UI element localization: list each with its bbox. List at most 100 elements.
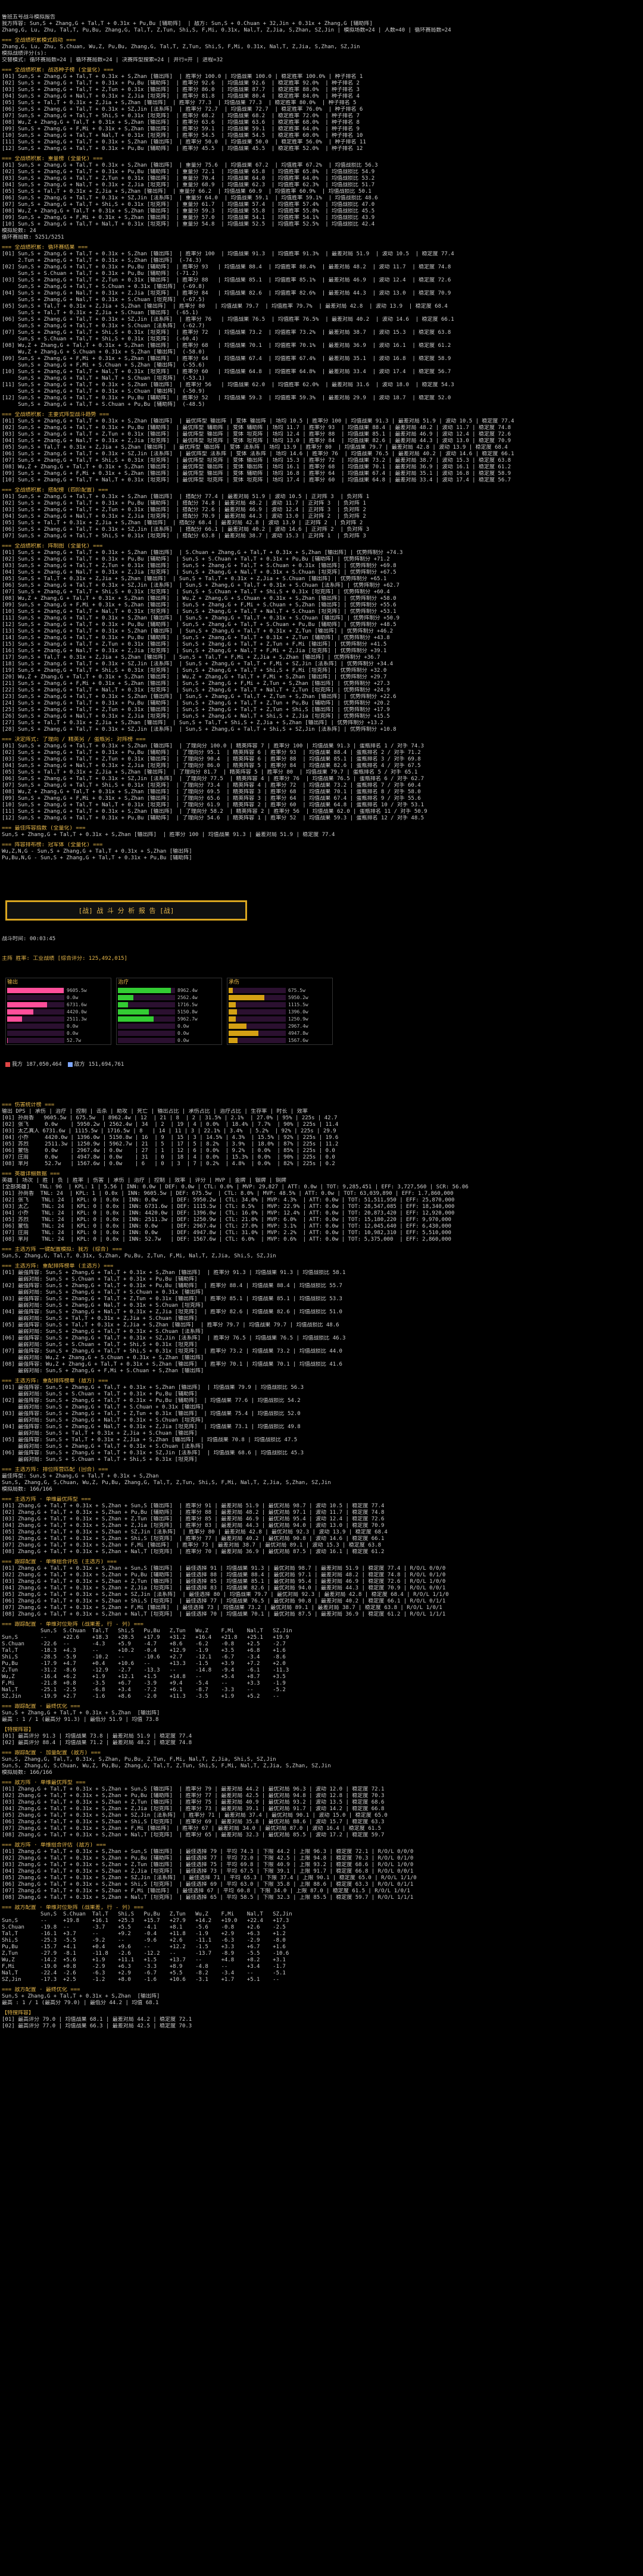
console-line: [06] Sun,S + Zhang,G + Tal,T + 0.31x + S… (2, 195, 378, 201)
console-line: [01] Sun,S + Zhang,G + Tal,T + 0.31x + S… (2, 162, 378, 168)
console-line: [03] Sun,S + Zhang,G + Tal,T + Z,Tun + 0… (2, 756, 421, 762)
console-line: [06] Zhang,G + Tal,T + 0.31x + S,Zhan + … (2, 1882, 414, 1888)
gauge-bar-value: 1115.5w (288, 1001, 308, 1007)
console-line: [08] Wu,Z + Zhang,G + Tal,T + 0.31x + S,… (2, 596, 397, 602)
console-line: [05] Zhang,G + Tal,T + 0.31x + S,Zhan + … (2, 1592, 449, 1598)
report-section: 【特搜阵容】 [01] 最高评分 79.0 | 均值战果 68.1 | 最差对局 … (2, 2010, 641, 2033)
console-line: S.Chuan -19.8 -- -3.7 +5.5 -4.1 +8.1 -5.… (2, 1924, 286, 1930)
console-line: [03] Sun,S + Zhang,G + Tal,T + Z,Tun + 0… (2, 176, 375, 181)
console-line: Sun,S + Zhang,G + F,Mi + S.Chuan + S,Zha… (2, 362, 205, 368)
report-section: === 全战绩积累: 搭配榜 (四阶配置) === [01] Sun,S + Zh… (2, 487, 641, 543)
console-line: [08] 芈月 52.7w | 1567.6w | 0.0w | 6 | 0 |… (2, 1161, 335, 1167)
console-line: [04] 最强阵容: Sun,S + Zhang,G + Nal,T + 0.3… (2, 1309, 342, 1315)
console-line: [10] Sun,S + Zhang,G + Tal,T + Nal,T + 0… (2, 609, 397, 615)
console-line: [01] 最高评分 91.3 | 均值战果 73.8 | 最差对局 51.9 |… (2, 1733, 192, 1739)
gauge-bar-row: 0.0w (7, 1030, 110, 1036)
gauge-bar-track (118, 1023, 175, 1029)
console-line: [07] Zhang,G + Tal,T + 0.31x + S,Zhan + … (2, 1605, 442, 1611)
gauge-bar-value: 5962.7w (177, 1016, 198, 1022)
gauge-bar-value: 8962.4w (177, 987, 198, 993)
gauge-1: 治疗 8962.4w 2562.4w 1716.5w 5150.8w 5962.7w 0.0… (116, 978, 222, 1045)
console-line: Nal,T -22.4 -2.6 -6.3 +2.9 -6.7 +5.5 -8.… (2, 1970, 286, 1976)
console-line: [07] Sun,S + Zhang,G + Tal,T + Shi,S + 0… (2, 458, 511, 464)
console-line: [03] Zhang,G + Tal,T + 0.31x + S,Zhan + … (2, 1579, 446, 1585)
console-line: [07] Zhang,G + Tal,T + 0.31x + S,Zhan + … (2, 1888, 410, 1894)
console-line: Sun,S + Zhang,G + Tal,T + Nal,T + S.Chua… (2, 375, 205, 381)
gauge-bar-fill (118, 1009, 149, 1015)
console-line: [04] Sun,S + Zhang,G + Nal,T + 0.31x + Z… (2, 763, 421, 769)
console-line: F,Mi -19.0 +0.8 -2.9 +6.3 -3.3 +8.9 -4.8… (2, 1964, 286, 1970)
console-line: Sun,S S.Chuan Tal,T Shi,S Pu,Bu Z,Tun Wu… (2, 1628, 292, 1634)
console-line: 输出 DPS | 承伤 | 治疗 | 控制 | 击杀 | 助攻 | 死亡 | 输… (2, 1109, 308, 1115)
section-title: === 跟踪配置 · 单维对位矩阵 (战果差, 行 - 列) === (2, 1622, 143, 1627)
gauge-bar-track (7, 1030, 64, 1036)
console-line: Tal,T -18.3 +4.3 -- +10.2 -0.4 +12.9 -1.… (2, 1648, 286, 1654)
gauge-bar-value: 0.0w (177, 1023, 189, 1029)
section-title: === 全战绩积累模式启动 === (2, 37, 76, 43)
gauge-bar-value: 0.0w (67, 994, 79, 1000)
gauge-bar-fill (118, 994, 133, 1000)
console-line: [02] Sun,S + Zhang,G + Tal,T + 0.31x + P… (2, 169, 375, 175)
section-title: === 全战绩积累: 战选种子榜 (全量化) === (2, 67, 114, 73)
console-line: Sun,S -- +19.8 +16.1 +25.3 +15.7 +27.9 +… (2, 1918, 289, 1924)
gauge-bar-value: 0.0w (67, 1030, 79, 1036)
console-line: 2.Tun + Zhang,G + Tal,T + 0.31x + S,Zhan… (2, 258, 202, 264)
console-line: [03] Zhang,G + Tal,T + 0.31x + S,Zhan + … (2, 1799, 385, 1805)
gauge-bar-row: 1396.0w (229, 1009, 331, 1015)
console-line: [01] 孙尚香 9605.5w | 675.5w | 8962.4w | 12… (2, 1115, 338, 1121)
report-section: === 敌方配置 · 最终优化 === Sun,S + Zhang,G + Tal… (2, 1987, 641, 2010)
gauge-bar-row: 6731.6w (7, 1001, 110, 1007)
console-line: [01] Sun,S + Zhang,G + Tal,T + 0.31x + S… (2, 251, 454, 257)
gauge-title: 承伤 (229, 979, 240, 985)
console-line: [01] Zhang,G + Tal,T + 0.31x + S,Zhan + … (2, 1786, 385, 1792)
console-line: Pu,Bu -15.7 +4.1 +0.4 +9.6 -- +12.2 -1.5… (2, 1944, 286, 1950)
console-line: [08] Wu,Z + Zhang,G + Tal,T + 0.31x + S,… (2, 343, 451, 349)
gauge-2: 承伤 675.5w 5950.2w 1115.5w 1396.0w 1250.9w 2967… (227, 978, 333, 1045)
report-section: === 敌方阵 · 单维组合评估 (敌方) === [01] Zhang,G + … (2, 1842, 641, 1905)
legend-label: 敌方 (74, 1062, 85, 1068)
section-title: === 全战绩积累: 阵制图 (全量化) === (2, 543, 103, 549)
console-line: Sun,S, Zhang,G, Tal,T, 0.31x, S,Zhan, Pu… (2, 1757, 276, 1763)
console-line: [15] Sun,S + Zhang,G + Tal,T + Z,Tun + 0… (2, 641, 387, 647)
gauge-bar-value: 2562.4w (177, 994, 198, 1000)
console-line: [02] Sun,S + Zhang,G + Tal,T + 0.31x + P… (2, 750, 421, 756)
console-line: [01] 最强阵容: Sun,S + Zhang,G + Tal,T + 0.3… (2, 1385, 304, 1391)
console-line: [03] Sun,S + Zhang,G + Tal,T + Z,Tun + 0… (2, 563, 397, 569)
gauge-bar-track (7, 1001, 64, 1007)
gauge-bar-track (7, 1037, 64, 1043)
terminal-console: 鲁班五号战斗模拟报告 我方阵容: Sun,S + Zhang,G + Tal,T … (0, 0, 643, 2041)
section-title: === 主选方阵: 重配排阵榜单 (敌方) === (2, 1378, 108, 1384)
console-line: 最弱对局: Sun,S + Zhang,G + Nal,T + 0.31x + … (2, 1303, 204, 1309)
console-line: [04] Sun,S + Zhang,G + Nal,T + 0.31x + Z… (2, 514, 366, 519)
gauge-bar-row: 1115.5w (229, 1001, 331, 1007)
console-line: [08] Zhang,G + Tal,T + 0.31x + S,Zhan + … (2, 1549, 385, 1555)
console-line: 最佳阵型: Sun,S + Zhang,G + Tal,T + 0.31x + … (2, 1473, 159, 1479)
gauge-bar-row: 5962.7w (118, 1016, 220, 1022)
console-line: [03] Sun,S + Zhang,G + Tal,T + Z,Tun + 0… (2, 507, 366, 513)
console-line: [07] Sun,S + Zhang,G + Tal,T + Shi,S + 0… (2, 330, 451, 336)
console-line: 最弱对局: Sun,S + Tal,T + 0.31x + Z,Jia + S.… (2, 1316, 198, 1322)
console-line: [27] Sun,S + Tal,T + 0.31x + Z,Jia + S,Z… (2, 720, 383, 726)
console-line: [04] 小乔 4420.0w | 1396.0w | 5150.8w | 16… (2, 1135, 339, 1141)
console-line: [01] Zhang,G + Tal,T + 0.31x + S,Zhan + … (2, 1503, 385, 1509)
legend-value: 151,694,761 (88, 1062, 124, 1068)
gauge-bar-track (118, 1037, 175, 1043)
gauge-bar-value: 9605.5w (67, 987, 87, 993)
gauge-bar-track (118, 1001, 175, 1007)
console-line: Sun,S + S.Chuan + Tal,T + 0.31x + Pu,Bu … (2, 271, 199, 277)
console-line: [05] Sun,S + Tal,T + 0.31x + Z,Jia + S,Z… (2, 520, 363, 526)
console-line: [06] Zhang,G + Tal,T + 0.31x + S,Zhan + … (2, 1819, 385, 1825)
gauge-bar-value: 1396.0w (288, 1009, 308, 1015)
gauge-bar-row: 0.0w (7, 1023, 110, 1029)
section-title: === 跟踪配置 · 单维组合评估 (主选方) === (2, 1559, 117, 1565)
section-title: === 跟踪配置 · 最终优化 === (2, 1704, 80, 1710)
console-line: Pu,Bu -17.9 +4.7 +0.4 +10.6 -- +13.3 -1.… (2, 1661, 286, 1667)
console-line: [09] Sun,S + Zhang,G + F,Mi + 0.31x + S,… (2, 471, 511, 477)
report-section: === 全战绩积累: 重量榜 (全量化) === [01] Sun,S + Zha… (2, 156, 641, 245)
console-line: [06] 最强阵容: Sun,S + Zhang,G + Tal,T + 0.3… (2, 1450, 304, 1456)
report-section: === 敌方配置 · 单维对位矩阵 (战果差, 行 - 列) === Sun,S… (2, 1905, 641, 1987)
console-line: [05] Sun,S + Tal,T + 0.31x + Z,Jia + S,Z… (2, 303, 448, 309)
console-line: [13] Sun,S + Zhang,G + Tal,T + 0.31x + S… (2, 628, 394, 634)
gauge-bar-fill (229, 1016, 236, 1022)
console-line: [04] Zhang,G + Tal,T + 0.31x + S,Zhan + … (2, 1585, 446, 1591)
